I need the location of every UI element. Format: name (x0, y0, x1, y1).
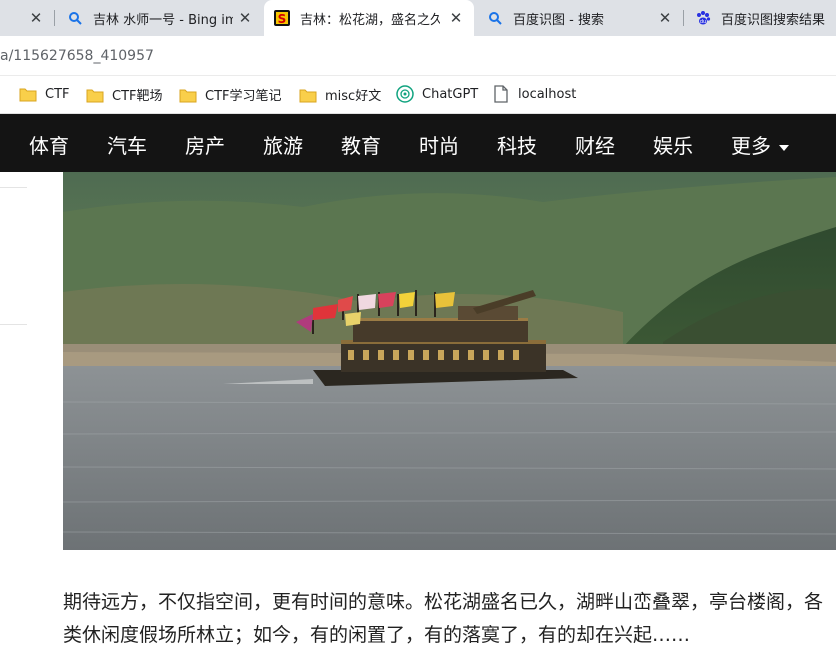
bookmark-label: CTF (45, 86, 70, 102)
tab-strip: ✕ 吉林 水师一号 - Bing im ✕ S 吉林：松花湖，盛名之久 ✕ 百度… (0, 0, 836, 36)
caret-down-icon (779, 144, 789, 151)
close-icon[interactable]: ✕ (448, 10, 464, 26)
bookmark-ctf-range[interactable]: CTF靶场 (86, 85, 163, 104)
nav-item-auto[interactable]: 汽车 (107, 130, 147, 159)
nav-item-travel[interactable]: 旅游 (263, 130, 303, 159)
bookmark-label: localhost (518, 86, 577, 102)
article-photo (63, 172, 836, 550)
tab-baidu-search[interactable]: 百度识图 - 搜索 ✕ (475, 0, 683, 36)
bookmark-misc[interactable]: misc好文 (299, 85, 381, 104)
search-icon (67, 10, 83, 26)
folder-icon (86, 86, 104, 104)
tab-bing[interactable]: 吉林 水师一号 - Bing im ✕ (55, 0, 263, 36)
paragraph-line: 类休闲度假场所林立；如今，有的闲置了，有的落寞了，有的却在兴起…… (63, 624, 691, 646)
page-icon (492, 85, 510, 103)
nav-more-label: 更多 (731, 134, 771, 158)
bookmark-label: CTF学习笔记 (205, 89, 282, 104)
bookmark-label: ChatGPT (422, 86, 479, 102)
tab-sohu-active[interactable]: S 吉林：松花湖，盛名之久 ✕ (264, 0, 474, 36)
nav-item-sports[interactable]: 体育 (29, 130, 69, 159)
folder-icon (299, 86, 317, 104)
address-bar[interactable]: a/115627658_410957 (0, 36, 836, 76)
close-icon[interactable]: ✕ (28, 10, 44, 26)
sohu-logo-icon: S (274, 10, 290, 26)
search-icon (487, 10, 503, 26)
nav-item-fashion[interactable]: 时尚 (419, 130, 459, 159)
tab-baidu-result[interactable]: du 百度识图搜索结果 (684, 0, 836, 36)
folder-icon (179, 86, 197, 104)
site-nav: 体育 汽车 房产 旅游 教育 时尚 科技 财经 娱乐 更多 (0, 114, 836, 172)
nav-item-house[interactable]: 房产 (185, 130, 225, 159)
divider (0, 324, 27, 325)
bookmarks-bar: CTF CTF靶场 CTF学习笔记 misc好文 ChatGPT localho… (0, 76, 836, 114)
bookmark-label: misc好文 (325, 89, 382, 104)
article-paragraph: 期待远方，不仅指空间，更有时间的意味。松花湖盛名已久，湖畔山峦叠翠，亭台楼阁，各… (63, 586, 836, 652)
svg-text:du: du (700, 19, 706, 25)
article-content: 期待远方，不仅指空间，更有时间的意味。松花湖盛名已久，湖畔山峦叠翠，亭台楼阁，各… (0, 172, 836, 672)
folder-icon (19, 85, 37, 103)
nav-item-finance[interactable]: 财经 (575, 130, 615, 159)
tab-title: 吉林：松花湖，盛名之久 (300, 12, 440, 28)
nav-item-tech[interactable]: 科技 (497, 130, 537, 159)
nav-item-entertainment[interactable]: 娱乐 (653, 130, 693, 159)
paragraph-line: 期待远方，不仅指空间，更有时间的意味。松花湖盛名已久，湖畔山峦叠翠，亭台楼阁，各 (63, 591, 824, 613)
tab-title: 吉林 水师一号 - Bing im (93, 12, 233, 28)
bookmark-chatgpt[interactable]: ChatGPT (396, 85, 478, 103)
tab-title: 百度识图搜索结果 (721, 12, 826, 28)
divider (0, 187, 27, 188)
svg-text:S: S (278, 12, 287, 26)
chatgpt-icon (396, 85, 414, 103)
close-icon[interactable]: ✕ (237, 10, 253, 26)
close-icon[interactable]: ✕ (657, 10, 673, 26)
bookmark-label: CTF靶场 (112, 89, 163, 104)
bookmark-ctf[interactable]: CTF (19, 85, 70, 103)
nav-item-education[interactable]: 教育 (341, 130, 381, 159)
tab-partial[interactable]: ✕ (0, 0, 54, 36)
tab-title: 百度识图 - 搜索 (513, 12, 604, 28)
bookmark-localhost[interactable]: localhost (492, 85, 576, 103)
url-text[interactable]: a/115627658_410957 (0, 48, 154, 64)
nav-item-more[interactable]: 更多 (731, 130, 789, 159)
bookmark-ctf-notes[interactable]: CTF学习笔记 (179, 85, 282, 104)
baidu-paw-icon: du (695, 10, 711, 26)
